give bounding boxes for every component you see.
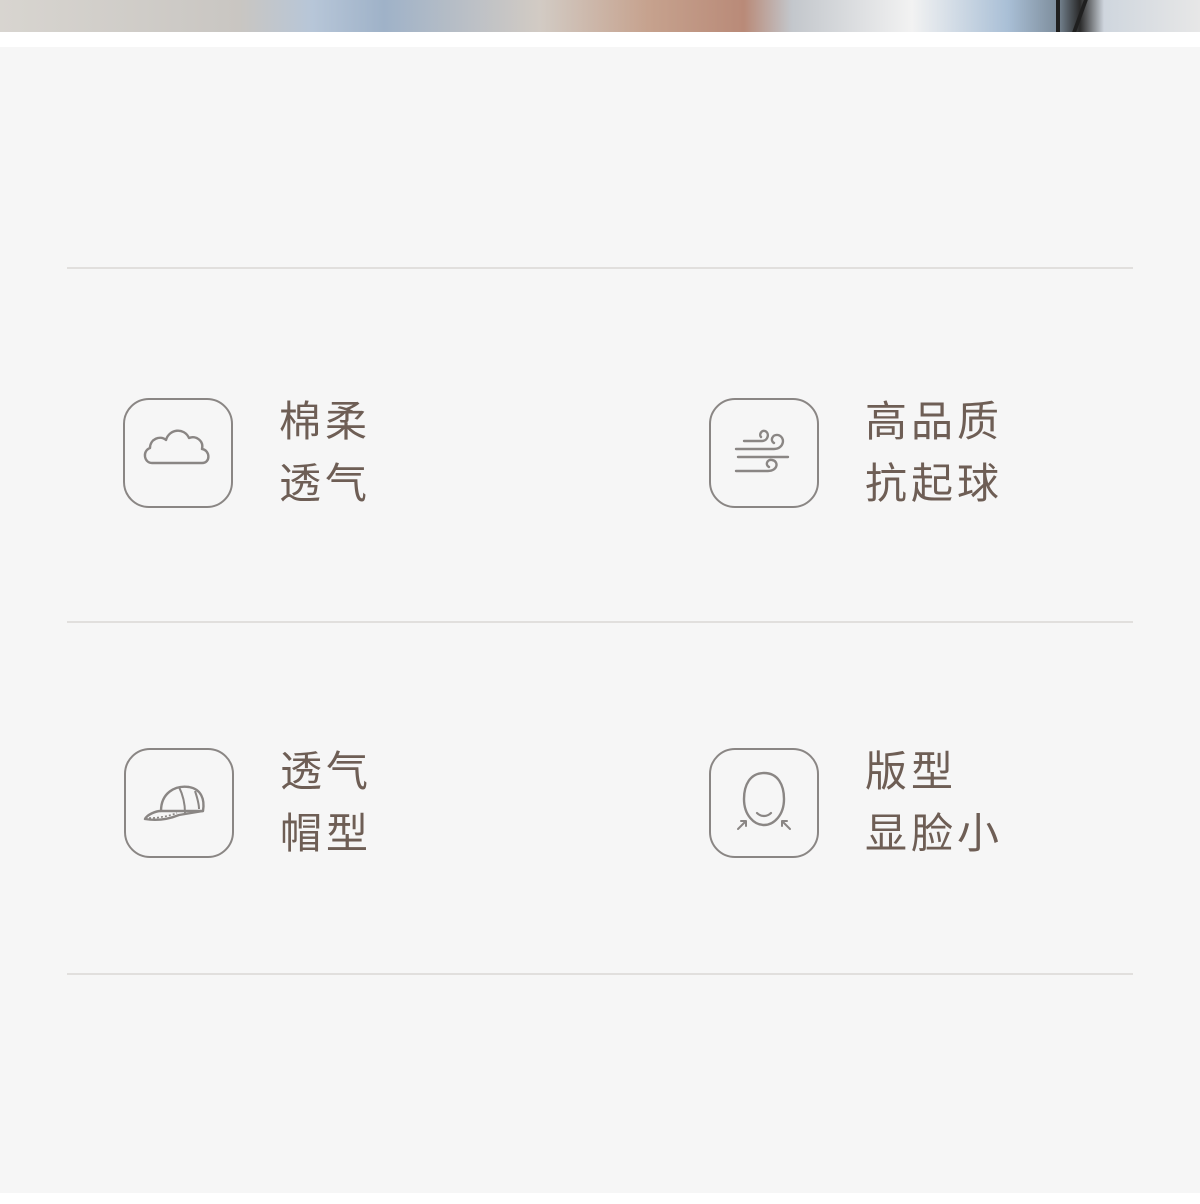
feature-title-line1: 版型 bbox=[865, 747, 958, 796]
feature-title-line2: 抗起球 bbox=[865, 459, 1004, 508]
feature-item-breathable-cap: 透气 帽型 bbox=[124, 741, 372, 865]
product-photo-bottom-edge bbox=[0, 0, 1200, 32]
feature-text: 透气 帽型 bbox=[280, 741, 372, 865]
bag-strap bbox=[1056, 0, 1060, 32]
divider-top bbox=[67, 267, 1133, 269]
face-icon bbox=[709, 748, 819, 858]
cloud-icon bbox=[123, 398, 233, 508]
divider-middle bbox=[67, 621, 1133, 623]
feature-title-line1: 透气 bbox=[280, 747, 373, 796]
feature-panel: 棉柔 透气 高品质 抗起球 透气 帽型 版型 显脸小 bbox=[0, 47, 1200, 1193]
feature-title-line2: 显脸小 bbox=[865, 809, 1004, 858]
feature-title-line2: 透气 bbox=[279, 459, 372, 508]
feature-item-anti-pilling: 高品质 抗起球 bbox=[709, 391, 1003, 515]
feature-item-slim-face-fit: 版型 显脸小 bbox=[709, 741, 1003, 865]
feature-title-line2: 帽型 bbox=[280, 809, 373, 858]
feature-text: 棉柔 透气 bbox=[279, 391, 371, 515]
feature-item-soft-breathable: 棉柔 透气 bbox=[123, 391, 371, 515]
feature-text: 高品质 抗起球 bbox=[865, 391, 1003, 515]
feature-title-line1: 棉柔 bbox=[279, 397, 372, 446]
cap-icon bbox=[124, 748, 234, 858]
wind-icon bbox=[709, 398, 819, 508]
feature-text: 版型 显脸小 bbox=[865, 741, 1003, 865]
bag-strap bbox=[1072, 0, 1088, 32]
divider-bottom bbox=[67, 973, 1133, 975]
feature-title-line1: 高品质 bbox=[865, 397, 1004, 446]
